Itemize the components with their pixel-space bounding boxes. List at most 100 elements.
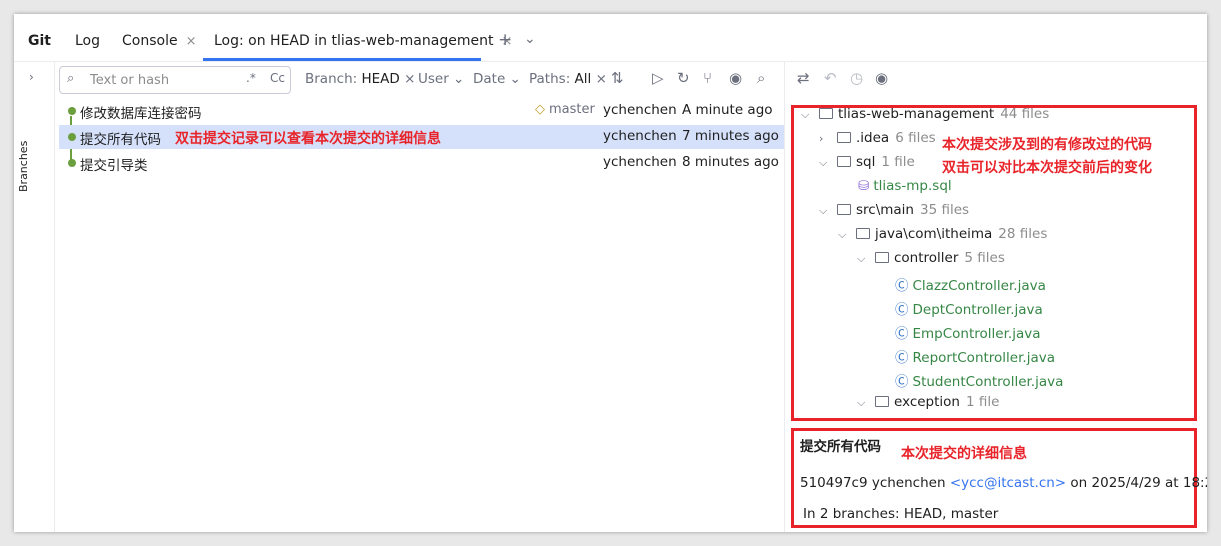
tab-log-head[interactable]: Log: on HEAD in tlias-web-management × <box>214 33 512 49</box>
tab-bar: Git Log Console × Log: on HEAD in tlias-w… <box>14 14 1207 62</box>
user-filter[interactable]: User ⌄ <box>418 71 464 87</box>
commit-author: ychenchen <box>603 154 677 170</box>
search-box: ⌕ .* Cc <box>59 66 291 94</box>
commit-row[interactable]: 提交引导类 ychenchen 8 minutes ago <box>59 151 784 175</box>
collapsed-arrow-icon[interactable]: ⌵ <box>857 396 875 410</box>
tree-folder-exception[interactable]: ⌵ exception 1 file <box>857 394 999 410</box>
history-icon: ◷ <box>850 69 864 87</box>
tree-root[interactable]: ⌵ tlias-web-management 44 files <box>801 106 1049 122</box>
graph-options-icon[interactable]: ⑂ <box>703 69 712 87</box>
commit-datetime: on 2025/4/29 at 18:27 <box>1070 475 1207 491</box>
file-count: 6 files <box>895 130 936 146</box>
tree-folder-controller[interactable]: ⌵ controller 5 files <box>857 250 1005 266</box>
folder-name: exception <box>894 394 960 410</box>
java-class-icon: Ⓒ <box>895 302 909 318</box>
file-count: 28 files <box>998 226 1048 242</box>
sort-icon[interactable]: ⇅ <box>611 69 624 87</box>
expanded-arrow-icon[interactable]: ⌵ <box>819 156 837 170</box>
folder-icon <box>856 228 870 239</box>
tree-file-sql[interactable]: ⛁ tlias-mp.sql <box>858 178 952 194</box>
files-annotation-2: 双击可以对比本次提交前后的变化 <box>942 160 1152 176</box>
chevron-down-icon[interactable]: ⌄ <box>524 31 536 47</box>
commit-message: 提交引导类 <box>80 158 148 174</box>
refresh-icon[interactable]: ↻ <box>677 69 690 87</box>
containing-branches: In 2 branches: HEAD, master <box>803 506 999 522</box>
expanded-arrow-icon[interactable]: ⌵ <box>838 228 856 242</box>
collapsed-arrow-icon[interactable]: › <box>819 132 837 145</box>
folder-icon <box>875 252 889 263</box>
commit-row-selected[interactable]: 提交所有代码 双击提交记录可以查看本次提交的详细信息 ychenchen 7 m… <box>59 125 784 149</box>
add-tab-icon[interactable]: + <box>498 30 512 50</box>
compare-icon[interactable]: ⇄ <box>797 69 810 87</box>
commit-row[interactable]: 修改数据库连接密码 ◇ master ychenchen A minute ago <box>59 99 784 123</box>
panel-separator <box>784 62 785 532</box>
commit-annotation: 双击提交记录可以查看本次提交的详细信息 <box>175 131 441 147</box>
paths-filter-label: Paths: <box>529 71 571 87</box>
folder-icon <box>837 132 851 143</box>
tab-console[interactable]: Console × <box>122 33 196 49</box>
tree-file-java[interactable]: Ⓒ ReportController.java <box>895 346 1055 366</box>
database-icon: ⛁ <box>858 178 870 194</box>
tree-file-java[interactable]: Ⓒ DeptController.java <box>895 298 1043 318</box>
file-name: EmpController.java <box>912 326 1041 342</box>
graph-dot <box>68 159 76 167</box>
file-count: 1 file <box>881 154 915 170</box>
paths-clear-icon[interactable]: × <box>596 71 607 87</box>
close-icon[interactable]: × <box>186 34 197 49</box>
files-annotation-1: 本次提交涉及到的有修改过的代码 <box>942 137 1152 153</box>
eye-icon[interactable]: ◉ <box>729 69 742 87</box>
branch-filter[interactable]: Branch: HEAD × <box>305 71 415 87</box>
chevron-right-icon[interactable]: › <box>29 70 34 84</box>
graph-dot <box>68 133 76 141</box>
file-name: tlias-mp.sql <box>873 178 952 194</box>
branch-tag: ◇ master <box>535 102 595 117</box>
folder-name: java\com\itheima <box>875 226 993 242</box>
search-icon[interactable]: ⌕ <box>67 71 74 86</box>
find-icon[interactable]: ⌕ <box>757 69 765 87</box>
tab-log[interactable]: Log <box>75 33 100 49</box>
java-class-icon: Ⓒ <box>895 374 909 390</box>
paths-filter-value: All <box>574 71 592 87</box>
paths-filter[interactable]: Paths: All × <box>529 71 607 87</box>
file-count: 44 files <box>1000 106 1050 122</box>
expanded-arrow-icon[interactable]: ⌵ <box>801 108 819 122</box>
tree-file-java[interactable]: Ⓒ EmpController.java <box>895 322 1041 342</box>
regex-toggle[interactable]: .* <box>246 71 256 85</box>
git-tool-window: Git Log Console × Log: on HEAD in tlias-w… <box>14 14 1207 532</box>
expanded-arrow-icon[interactable]: ⌵ <box>857 252 875 266</box>
commit-date: 8 minutes ago <box>682 154 779 170</box>
revert-icon: ↶ <box>824 69 837 87</box>
commit-author: ychenchen <box>603 128 677 144</box>
tree-folder-idea[interactable]: › .idea 6 files <box>819 130 936 146</box>
preview-eye-icon[interactable]: ◉ <box>875 69 888 87</box>
tree-folder-sql[interactable]: ⌵ sql 1 file <box>819 154 915 170</box>
folder-name: sql <box>856 154 876 170</box>
branch-filter-label: Branch: <box>305 71 358 87</box>
file-name: ReportController.java <box>912 350 1056 366</box>
tree-folder-java[interactable]: ⌵ java\com\itheima 28 files <box>838 226 1047 242</box>
author-email-link[interactable]: <ycc@itcast.cn> <box>950 475 1066 491</box>
branches-toggle[interactable]: Branches <box>17 141 30 192</box>
tab-log-head-label: Log: on HEAD in tlias-web-management <box>214 33 494 49</box>
folder-icon <box>837 204 851 215</box>
branch-clear-icon[interactable]: × <box>404 71 415 87</box>
folder-icon <box>837 156 851 167</box>
module-folder-icon <box>819 108 833 119</box>
tree-folder-src-main[interactable]: ⌵ src\main 35 files <box>819 202 969 218</box>
folder-name: src\main <box>856 202 914 218</box>
branch-filter-value: HEAD <box>361 71 400 87</box>
commit-message: 修改数据库连接密码 <box>80 106 202 122</box>
graph-dot <box>68 107 76 115</box>
commit-info: 510497c9 ychenchen <ycc@itcast.cn> on 20… <box>800 475 1207 491</box>
tree-file-java[interactable]: Ⓒ ClazzController.java <box>895 274 1046 294</box>
search-input[interactable] <box>88 70 232 90</box>
date-filter[interactable]: Date ⌄ <box>473 71 521 87</box>
file-count: 5 files <box>964 250 1005 266</box>
cherry-pick-icon[interactable]: ▷ <box>652 69 664 87</box>
tree-file-java[interactable]: Ⓒ StudentController.java <box>895 370 1063 390</box>
java-class-icon: Ⓒ <box>895 278 909 294</box>
expanded-arrow-icon[interactable]: ⌵ <box>819 204 837 218</box>
commit-hash-author: 510497c9 ychenchen <box>800 475 946 491</box>
match-case-toggle[interactable]: Cc <box>270 71 285 85</box>
branch-tag-label: master <box>549 102 595 117</box>
